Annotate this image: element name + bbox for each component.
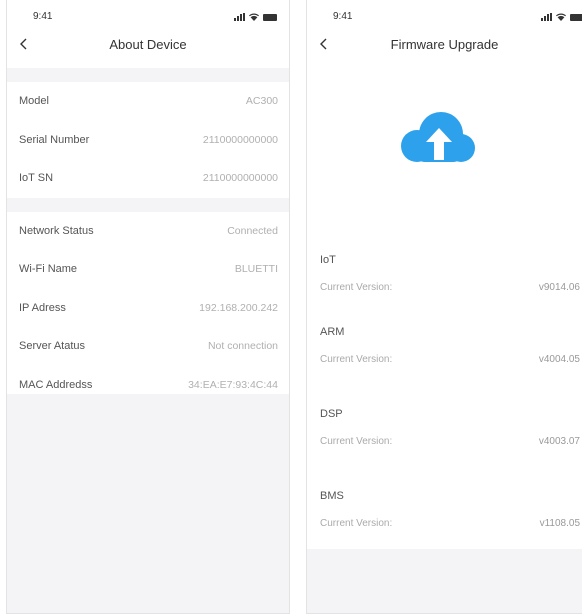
firmware-version-line: Current Version: v1108.05 <box>320 518 580 529</box>
info-row-network-status: Network Status Connected <box>7 212 289 251</box>
row-value: Not connection <box>207 340 278 353</box>
firmware-item-iot: IoT Current Version: v9014.06 <box>307 248 582 328</box>
firmware-version-line: Current Version: v4004.05 <box>320 354 580 365</box>
network-info-group: Network Status Connected Wi-Fi Name BLUE… <box>7 212 289 405</box>
cloud-upload-icon <box>400 112 475 162</box>
section-divider <box>7 68 289 82</box>
firmware-name: BMS <box>320 490 344 502</box>
firmware-item-arm: ARM Current Version: v4004.05 <box>307 320 582 400</box>
nav-bar: Firmware Upgrade <box>307 28 582 68</box>
wifi-icon <box>556 13 566 21</box>
row-value: 2110000000000 <box>202 133 278 146</box>
page-title: Firmware Upgrade <box>390 37 499 52</box>
status-bar: 9:41 <box>7 0 289 28</box>
status-icons <box>541 12 582 21</box>
row-value: Connected <box>227 224 278 237</box>
firmware-name: DSP <box>320 408 343 420</box>
signal-icon <box>541 13 552 21</box>
row-label: IoT SN <box>19 172 54 185</box>
row-label: Serial Number <box>19 133 90 146</box>
device-info-group: Model AC300 Serial Number 2110000000000 … <box>7 82 289 198</box>
wifi-icon <box>249 13 259 21</box>
info-row-model: Model AC300 <box>7 82 289 121</box>
empty-background <box>7 394 289 613</box>
version-label: Current Version: <box>320 282 393 293</box>
firmware-item-dsp: DSP Current Version: v4003.07 <box>307 402 582 482</box>
battery-icon <box>263 14 277 21</box>
firmware-list: IoT Current Version: v9014.06 ARM Curren… <box>307 248 582 564</box>
about-device-screen: 9:41 About Device Model AC300 Serial Num… <box>6 0 290 614</box>
row-label: Network Status <box>19 224 94 237</box>
version-label: Current Version: <box>320 354 393 365</box>
row-label: Wi-Fi Name <box>19 263 78 276</box>
section-divider <box>7 197 289 212</box>
empty-background <box>307 549 582 613</box>
page-title: About Device <box>109 37 187 52</box>
firmware-name: ARM <box>320 326 345 338</box>
firmware-version-line: Current Version: v4003.07 <box>320 436 580 447</box>
info-row-iot-sn: IoT SN 2110000000000 <box>7 159 289 198</box>
battery-icon <box>570 14 582 21</box>
info-row-serial-number: Serial Number 2110000000000 <box>7 121 289 160</box>
cloud-upload-area <box>307 108 582 172</box>
version-label: Current Version: <box>320 518 393 529</box>
firmware-name: IoT <box>320 254 336 266</box>
version-label: Current Version: <box>320 436 393 447</box>
version-value: v4004.05 <box>538 354 580 365</box>
row-label: MAC Addredss <box>19 378 93 391</box>
nav-bar: About Device <box>7 28 289 68</box>
info-row-ip-address: IP Adress 192.168.200.242 <box>7 289 289 328</box>
status-bar: 9:41 <box>307 0 582 28</box>
row-value: 192.168.200.242 <box>199 301 278 314</box>
row-label: Server Atatus <box>19 340 86 353</box>
status-time: 9:41 <box>33 11 53 22</box>
firmware-upgrade-screen: 9:41 Firmware Upgrade IoT Current Versio… <box>306 0 582 614</box>
row-value: 34:EA:E7:93:4C:44 <box>188 378 278 391</box>
row-value: AC300 <box>245 95 278 108</box>
version-value: v9014.06 <box>538 282 580 293</box>
status-time: 9:41 <box>333 11 353 22</box>
row-label: IP Adress <box>19 301 66 314</box>
row-label: Model <box>19 95 49 108</box>
row-value: BLUETTI <box>234 263 278 276</box>
info-row-server-status: Server Atatus Not connection <box>7 327 289 366</box>
version-value: v4003.07 <box>538 436 580 447</box>
row-value: 2110000000000 <box>202 172 278 185</box>
firmware-version-line: Current Version: v9014.06 <box>320 282 580 293</box>
signal-icon <box>234 13 245 21</box>
version-value: v1108.05 <box>539 518 580 529</box>
status-icons <box>234 12 277 21</box>
info-row-wifi-name: Wi-Fi Name BLUETTI <box>7 250 289 289</box>
